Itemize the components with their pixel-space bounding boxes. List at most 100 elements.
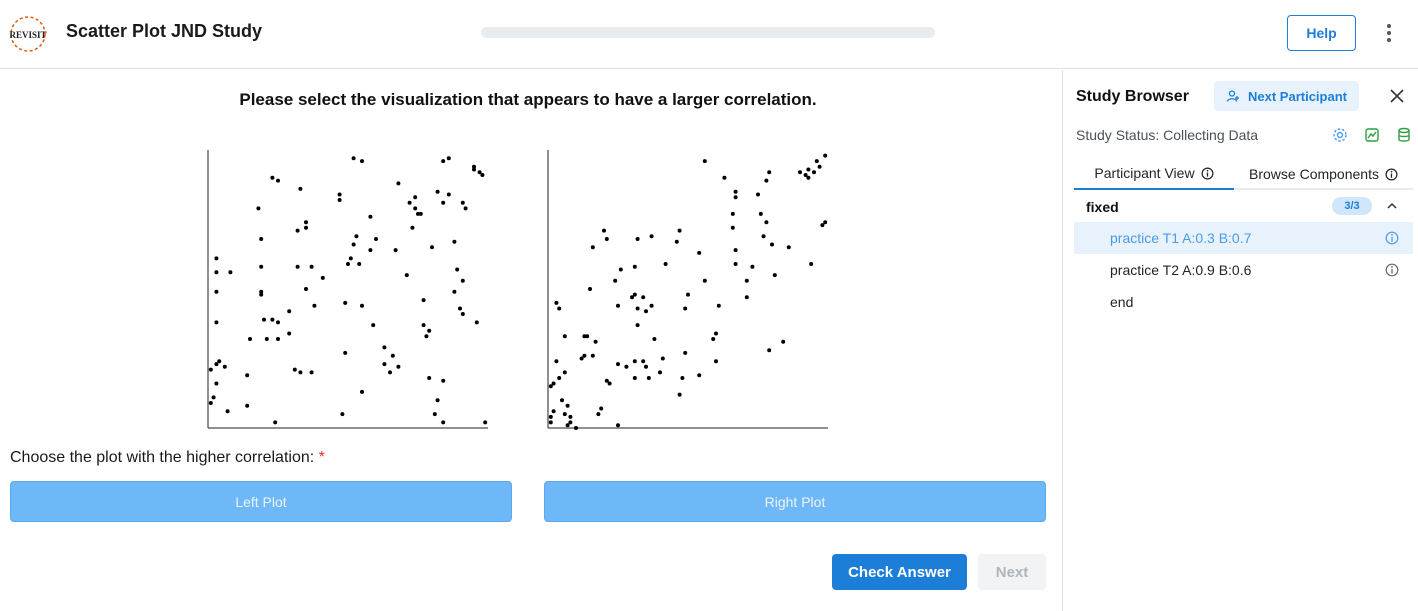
scatter-point — [474, 320, 479, 325]
scatter-point — [744, 278, 749, 283]
scatter-point — [421, 298, 426, 303]
scatter-point — [276, 337, 280, 341]
scatter-point — [646, 376, 651, 380]
scatter-point — [287, 331, 292, 336]
right-plot-button[interactable]: Right Plot — [544, 481, 1046, 522]
component-item-label: practice T1 A:0.3 B:0.7 — [1110, 230, 1252, 246]
study-progress-bar — [481, 27, 935, 38]
component-group-fixed[interactable]: fixed 3/3 — [1074, 194, 1413, 220]
scatter-point — [588, 287, 592, 291]
scatter-point — [686, 292, 690, 297]
component-item-end[interactable]: end — [1074, 286, 1413, 318]
component-item-practice-t1[interactable]: practice T1 A:0.3 B:0.7 — [1074, 222, 1413, 254]
scatter-point — [574, 426, 578, 430]
scatter-point — [677, 392, 682, 397]
scatter-point — [228, 270, 233, 275]
info-icon — [1385, 168, 1398, 180]
scatter-point — [287, 309, 292, 314]
scatter-point — [798, 170, 802, 175]
scatter-point — [413, 195, 418, 200]
scatter-point — [618, 267, 623, 272]
scatter-point — [214, 320, 219, 325]
scatter-point — [604, 237, 609, 241]
scatter-point — [756, 192, 760, 197]
scatter-point — [649, 303, 654, 308]
more-options-icon[interactable] — [1378, 20, 1400, 46]
scatter-point — [320, 275, 325, 280]
scatter-point — [214, 381, 219, 386]
scatter-point — [560, 398, 564, 403]
tab-browse-components[interactable]: Browse Components — [1234, 158, 1413, 190]
scatter-point — [772, 273, 777, 278]
component-item-practice-t2[interactable]: practice T2 A:0.9 B:0.6 — [1074, 254, 1413, 286]
scatter-point — [817, 164, 822, 169]
scatter-point — [551, 381, 556, 386]
scatter-point — [733, 248, 738, 253]
scatter-point — [248, 337, 252, 341]
scatter-point — [222, 364, 227, 369]
scatter-point — [435, 189, 440, 194]
database-icon[interactable] — [1395, 126, 1413, 144]
scatter-point — [217, 359, 222, 364]
scatter-point — [683, 350, 688, 355]
scatter-point — [276, 320, 280, 325]
scatter-point — [418, 211, 423, 216]
scatter-point — [295, 264, 300, 269]
scatter-point — [441, 378, 446, 383]
scatter-point — [781, 339, 786, 344]
scatter-point — [770, 242, 774, 247]
tab-participant-view-label: Participant View — [1094, 165, 1195, 181]
scatter-point — [455, 267, 460, 272]
scatter-point — [446, 156, 451, 161]
scatter-point — [733, 195, 738, 200]
close-icon[interactable] — [1388, 87, 1406, 105]
info-icon[interactable] — [1385, 263, 1399, 277]
scatter-point — [750, 264, 755, 269]
chevron-up-icon[interactable] — [1385, 199, 1399, 213]
scatter-point — [649, 234, 654, 239]
scatter-point — [404, 273, 409, 278]
scatter-point — [660, 356, 665, 361]
scatter-point — [259, 264, 264, 269]
scatter-point — [211, 395, 216, 400]
required-mark: * — [318, 449, 325, 466]
scatter-point — [616, 423, 620, 428]
scatter-point — [298, 186, 303, 191]
left-scatter-plot — [207, 150, 488, 429]
scatter-point — [360, 303, 364, 308]
scatter-point — [635, 237, 640, 241]
study-browser-panel: Study Browser Next Participant Study Sta… — [1062, 70, 1418, 611]
scatter-point — [225, 409, 230, 414]
scatter-point — [245, 403, 250, 408]
scatter-point — [348, 256, 353, 261]
status-icons — [1331, 126, 1413, 144]
question-text: Choose the plot with the higher correlat… — [10, 449, 315, 466]
scatter-point — [548, 420, 553, 425]
scatter-point — [568, 420, 573, 425]
next-button[interactable]: Next — [978, 554, 1046, 590]
group-name: fixed — [1086, 199, 1119, 215]
left-plot-button[interactable]: Left Plot — [10, 481, 512, 522]
scatter-point — [764, 220, 769, 225]
scatter-point — [590, 353, 595, 358]
scatter-point — [298, 370, 303, 375]
scatter-point — [764, 178, 769, 183]
scatter-point — [360, 389, 364, 394]
scatter-point — [814, 159, 819, 164]
scatter-point — [607, 381, 612, 386]
scatter-point — [337, 198, 342, 202]
scatter-point — [565, 403, 570, 408]
tab-participant-view[interactable]: Participant View — [1074, 158, 1234, 190]
help-button[interactable]: Help — [1287, 15, 1356, 51]
scatter-point — [767, 170, 772, 175]
check-answer-button[interactable]: Check Answer — [832, 554, 967, 590]
scatter-point — [368, 214, 373, 219]
info-icon[interactable] — [1385, 231, 1399, 245]
scatter-point — [262, 317, 266, 322]
scatter-point — [616, 303, 620, 308]
revisit-logo-icon: REVISIT — [9, 16, 47, 52]
settings-gear-icon[interactable] — [1331, 126, 1349, 144]
next-participant-button[interactable]: Next Participant — [1214, 81, 1359, 111]
analytics-chart-icon[interactable] — [1363, 126, 1381, 144]
sidebar-tabs: Participant View Browse Components — [1074, 158, 1413, 190]
